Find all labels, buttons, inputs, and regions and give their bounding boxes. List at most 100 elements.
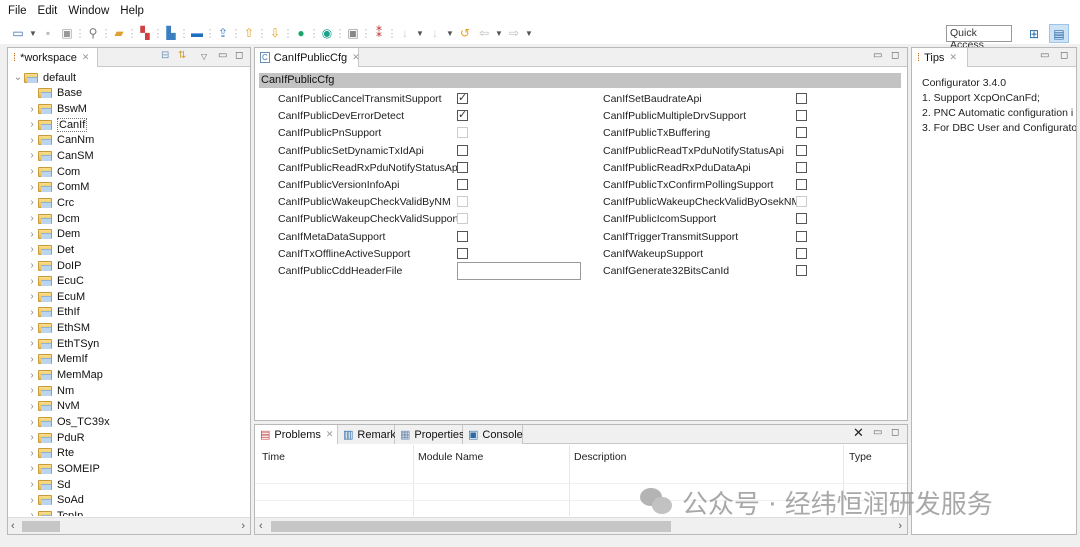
export-icon[interactable]: ▬ (189, 25, 205, 41)
cdd-header-file-input[interactable] (457, 262, 581, 280)
chevron-right-icon[interactable]: › (26, 495, 38, 506)
upload-icon[interactable]: ⇪ (215, 25, 231, 41)
chevron-right-icon[interactable]: › (26, 166, 38, 177)
tree-node-det[interactable]: › Det (26, 242, 74, 258)
tree-node-rte[interactable]: › Rte (26, 446, 74, 462)
close-icon[interactable]: ✕ (326, 429, 334, 440)
dropdown-icon[interactable]: ▼ (525, 25, 533, 41)
minimize-icon[interactable]: ▭ (873, 427, 882, 438)
link-editor-icon[interactable]: ⇅ (178, 50, 186, 61)
column-header-type[interactable]: Type (849, 451, 872, 463)
tab-properties[interactable]: ▦ Properties (395, 425, 465, 444)
checkbox[interactable] (796, 110, 807, 122)
minimize-icon[interactable]: ▭ (218, 50, 227, 61)
tab-canifpubliccfg[interactable]: C CanIfPublicCfg ✕ (255, 48, 360, 67)
chevron-right-icon[interactable]: › (26, 323, 38, 334)
tree-node-memif[interactable]: › MemIf (26, 352, 87, 368)
column-header-description[interactable]: Description (574, 451, 627, 463)
tree-node-canif[interactable]: › CanIf (26, 117, 88, 133)
dropdown-icon[interactable]: ▼ (416, 25, 424, 41)
move-up-icon[interactable]: ⇧ (241, 25, 257, 41)
chevron-right-icon[interactable]: › (26, 338, 38, 349)
tree-node-soad[interactable]: › SoAd (26, 493, 84, 509)
save-all-icon[interactable]: ▣ (59, 25, 75, 41)
menu-window[interactable]: Window (68, 5, 109, 17)
scrollbar-thumb[interactable] (22, 521, 60, 532)
new-wizard-icon[interactable]: ▭ (10, 25, 26, 41)
tree-node-pdur[interactable]: › PduR (26, 430, 84, 446)
search-icon[interactable]: ⚲ (85, 25, 101, 41)
tree-node-ethtsyn[interactable]: › EthTSyn (26, 336, 99, 352)
tree-node-crc[interactable]: › Crc (26, 195, 74, 211)
maximize-icon[interactable]: ◻ (891, 427, 899, 438)
tree-node-sd[interactable]: › Sd (26, 477, 70, 493)
checkbox[interactable] (457, 144, 468, 156)
tab-console[interactable]: ▣ Console (463, 425, 523, 444)
quick-access-input[interactable]: Quick Access (946, 25, 1012, 51)
menu-edit[interactable]: Edit (38, 5, 58, 17)
tree-node-nvm[interactable]: › NvM (26, 399, 79, 415)
checkbox[interactable] (796, 144, 807, 156)
tree-node-doip[interactable]: › DoIP (26, 258, 81, 274)
view-menu-icon[interactable]: ▽ (201, 52, 207, 61)
chevron-right-icon[interactable]: › (26, 432, 38, 443)
refresh-icon[interactable]: ◉ (319, 25, 335, 41)
chevron-right-icon[interactable]: › (26, 385, 38, 396)
scroll-right-icon[interactable]: › (241, 520, 245, 532)
chevron-right-icon[interactable]: › (26, 510, 38, 516)
tree-node-comm[interactable]: › ComM (26, 180, 89, 196)
chevron-right-icon[interactable]: › (26, 229, 38, 240)
tree-node-memmap[interactable]: › MemMap (26, 367, 103, 383)
dropdown-icon[interactable]: ▼ (29, 25, 37, 41)
chevron-right-icon[interactable]: › (26, 354, 38, 365)
tab-remark[interactable]: ▥ Remark (338, 425, 396, 444)
tree-node-someip[interactable]: › SOMEIP (26, 461, 99, 477)
chevron-right-icon[interactable]: › (26, 401, 38, 412)
close-icon[interactable]: ✕ (82, 52, 90, 63)
scroll-left-icon[interactable]: ‹ (259, 520, 263, 532)
collapse-all-icon[interactable]: ⊟ (161, 50, 169, 61)
chevron-right-icon[interactable]: › (26, 448, 38, 459)
checkbox[interactable] (796, 265, 807, 276)
tree-config-icon[interactable]: ⁑ (371, 25, 387, 41)
clear-icon[interactable]: ✕ (853, 425, 864, 441)
checkbox[interactable] (457, 247, 468, 259)
checkbox[interactable] (796, 93, 807, 104)
tab-tips[interactable]: ⁞ Tips ✕ (912, 48, 968, 67)
open-folder-icon[interactable]: ▰ (111, 25, 127, 41)
chevron-right-icon[interactable]: › (26, 260, 38, 271)
checkbox[interactable] (796, 179, 807, 190)
console-icon[interactable]: ▣ (345, 25, 361, 41)
checkbox[interactable] (457, 108, 468, 122)
menu-file[interactable]: File (8, 5, 27, 17)
checkbox[interactable] (796, 247, 807, 259)
forward-icon[interactable]: ⇨ (506, 25, 522, 41)
chevron-down-icon[interactable]: ⌄ (12, 72, 24, 83)
tree-node-ecum[interactable]: › EcuM (26, 289, 85, 305)
chevron-right-icon[interactable]: › (26, 479, 38, 490)
open-perspective-icon[interactable]: ⊞ (1026, 26, 1042, 42)
move-down-icon[interactable]: ⇩ (267, 25, 283, 41)
checkbox[interactable] (796, 161, 807, 173)
chevron-right-icon[interactable]: › (26, 307, 38, 318)
back-icon[interactable]: ↺ (457, 25, 473, 41)
tree-node-ethsm[interactable]: › EthSM (26, 320, 90, 336)
tree-node-os_tc39x[interactable]: › Os_TC39x (26, 414, 109, 430)
chevron-right-icon[interactable]: › (26, 213, 38, 224)
checkbox[interactable] (457, 91, 468, 104)
chevron-right-icon[interactable]: › (26, 370, 38, 381)
workspace-horizontal-scrollbar[interactable]: ‹ › (8, 517, 250, 534)
scrollbar-thumb[interactable] (271, 521, 671, 532)
column-header-time[interactable]: Time (262, 451, 285, 463)
modules-icon[interactable]: ▚ (137, 25, 153, 41)
tree-node-base[interactable]: Base (26, 86, 82, 102)
chevron-right-icon[interactable]: › (26, 417, 38, 428)
maximize-icon[interactable]: ◻ (1060, 50, 1068, 61)
checkbox[interactable] (457, 161, 468, 173)
checkbox[interactable] (796, 127, 807, 139)
close-icon[interactable]: ✕ (352, 52, 360, 63)
tree-node-dem[interactable]: › Dem (26, 226, 80, 242)
perspective-icon[interactable]: ▤ (1049, 24, 1069, 43)
close-icon[interactable]: ✕ (949, 52, 957, 63)
checkbox[interactable] (796, 230, 807, 242)
